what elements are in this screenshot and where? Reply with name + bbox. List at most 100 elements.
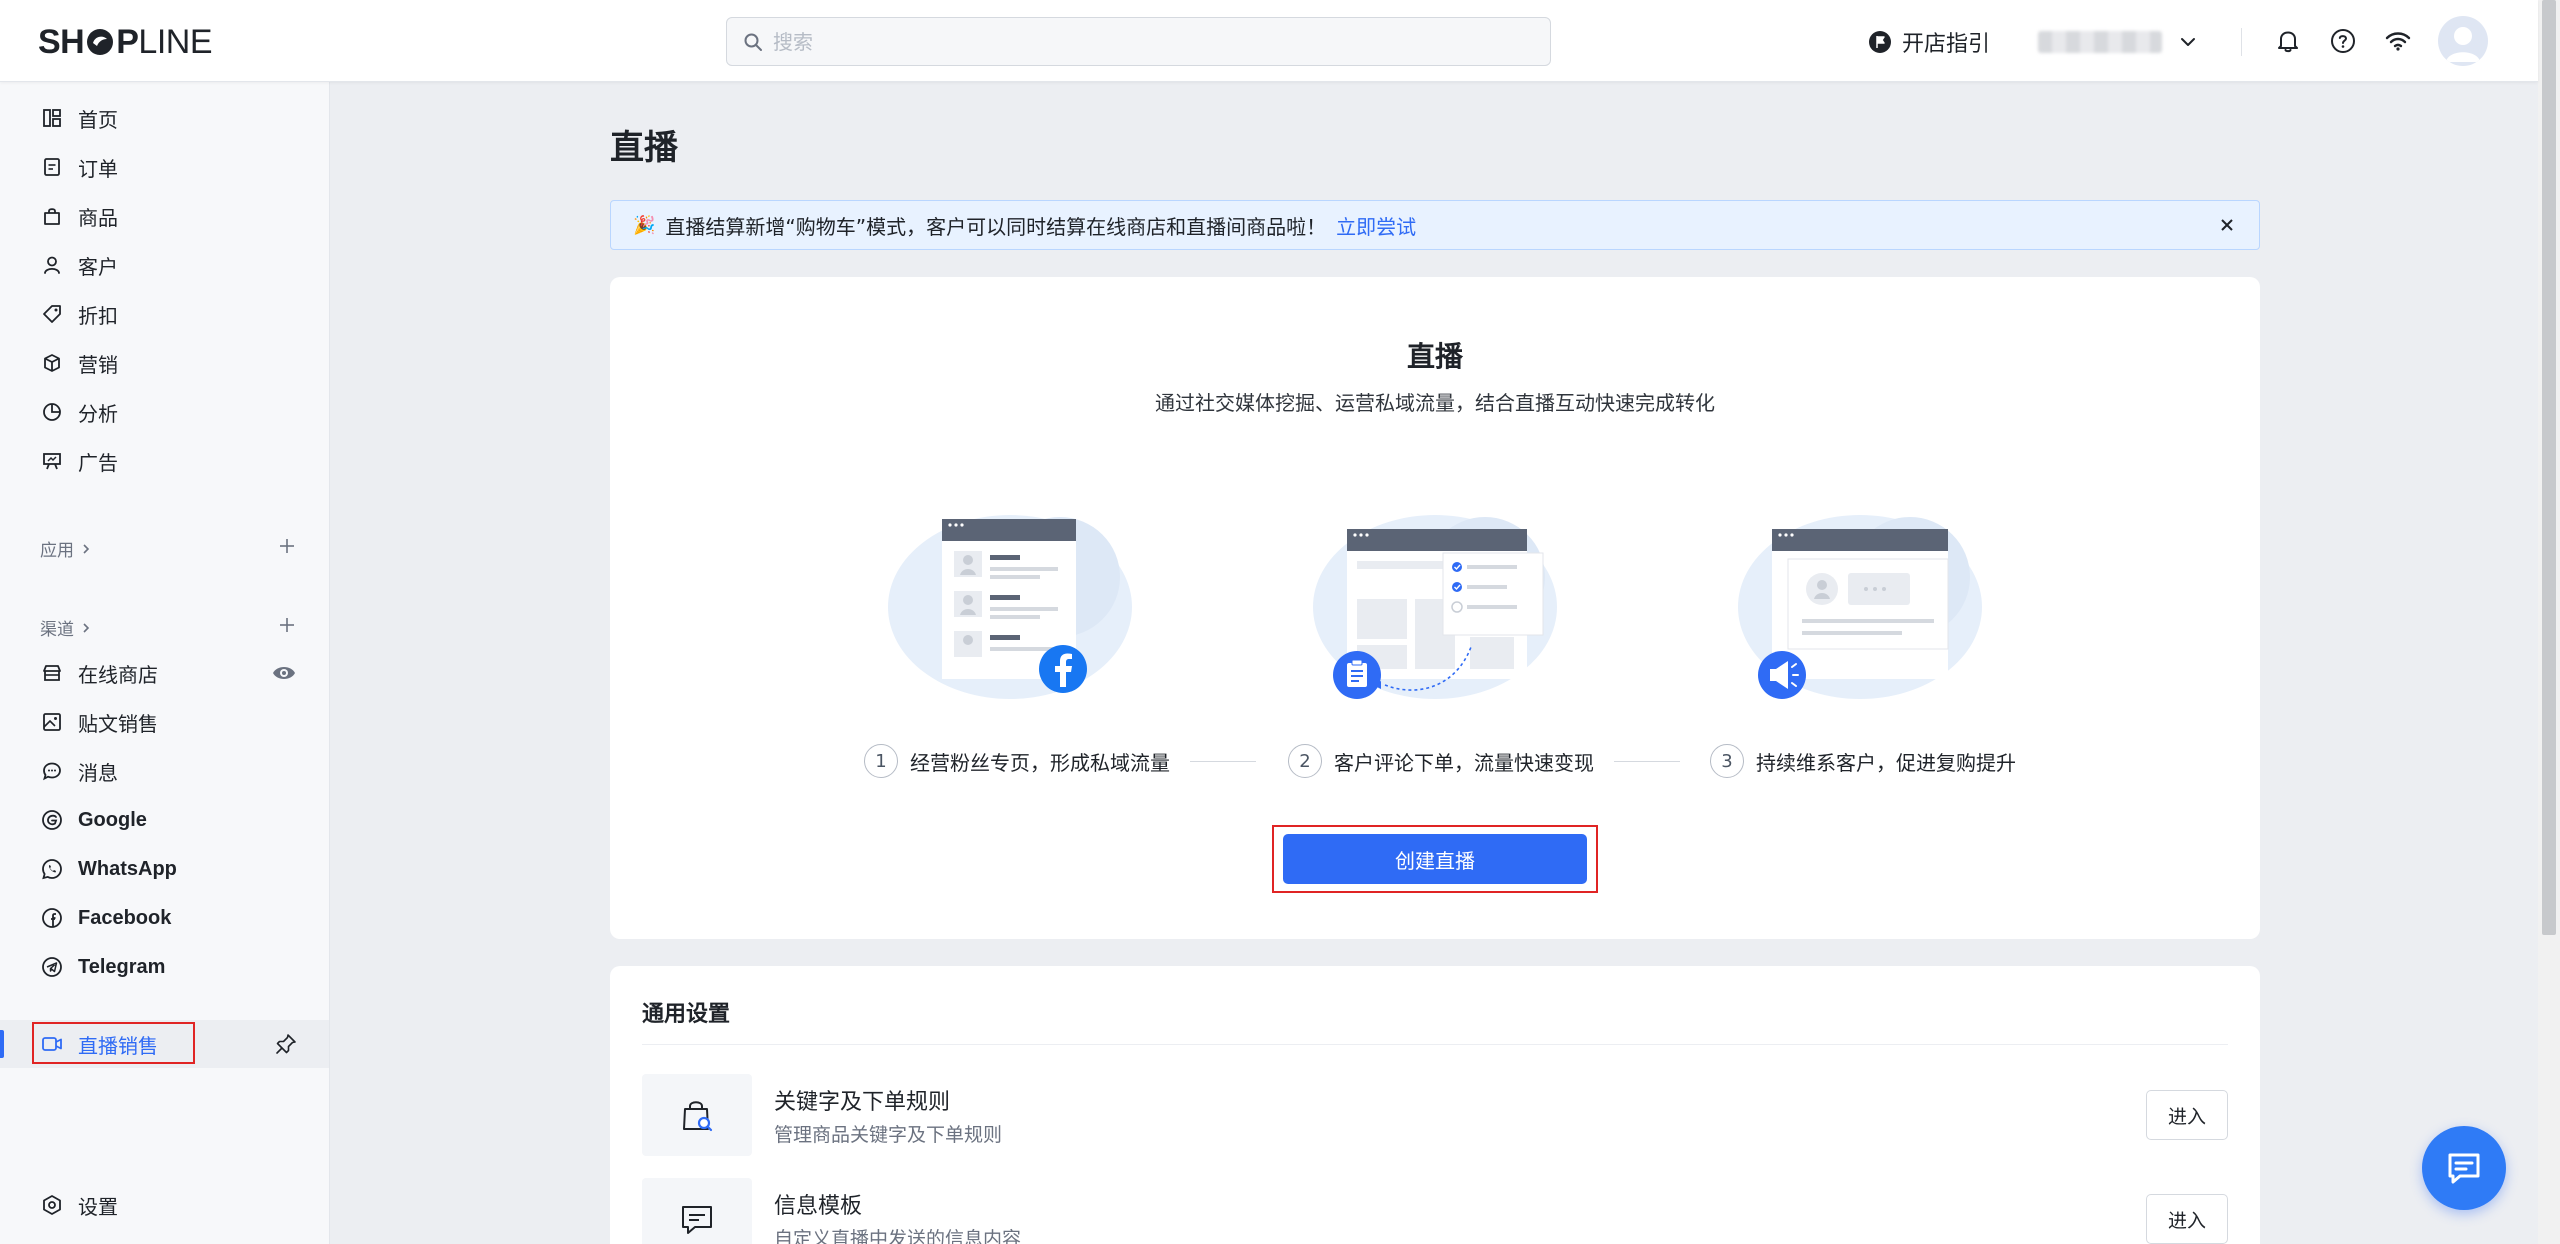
chevron-right-icon: [83, 543, 90, 554]
sidebar-item-telegram[interactable]: Telegram: [0, 943, 329, 991]
sidebar-item-ads[interactable]: 广告: [0, 437, 329, 485]
chat-support-button[interactable]: [2422, 1126, 2506, 1210]
sidebar-item-online-store[interactable]: 在线商店: [0, 649, 329, 697]
avatar-placeholder-icon: [2446, 27, 2480, 62]
close-notice-button[interactable]: [2215, 213, 2239, 237]
notice-text: 直播结算新增“购物车”模式，客户可以同时结算在线商店和直播间商品啦！: [665, 214, 1327, 239]
notification-button[interactable]: [2272, 25, 2304, 57]
sidebar-item-settings[interactable]: 设置: [0, 1181, 329, 1229]
channels-section-toggle[interactable]: 渠道: [40, 615, 92, 640]
sidebar-item-label: 贴文销售: [78, 711, 158, 736]
chevron-down-icon: [2181, 38, 2195, 46]
eye-icon[interactable]: [272, 663, 296, 683]
help-circle-icon: [2331, 29, 2355, 53]
whatsapp-icon: [40, 857, 64, 881]
sidebar-item-analytics[interactable]: 分析: [0, 388, 329, 436]
sidebar-item-customers[interactable]: 客户: [0, 241, 329, 289]
sidebar-item-label: 分析: [78, 401, 118, 426]
sidebar-item-google[interactable]: Google: [0, 796, 329, 844]
store-guide-button[interactable]: 开店指引: [1868, 24, 1990, 60]
store-guide-label: 开店指引: [1902, 32, 1991, 57]
step-1: 1 经营粉丝专页，形成私域流量: [864, 743, 1170, 779]
sidebar-item-label: 消息: [78, 760, 118, 785]
step-2: 2 客户评论下单，流量快速变现: [1288, 743, 1594, 779]
store-name-blurred: [2038, 31, 2162, 53]
step-text: 客户评论下单，流量快速变现: [1334, 750, 1594, 775]
step-number: 1: [864, 744, 898, 778]
general-settings-card: 通用设置 关键字及下单规则 管理商品关键字及下单规则 进入 信息模板 自定义直播…: [610, 966, 2260, 1244]
sidebar-item-facebook[interactable]: Facebook: [0, 894, 329, 942]
add-app-plus-icon[interactable]: [276, 535, 298, 557]
search-icon: [744, 33, 762, 51]
sidebar-item-home[interactable]: 首页: [0, 94, 329, 142]
telegram-icon: [40, 955, 64, 979]
sidebar-item-label: 折扣: [78, 303, 118, 328]
message-template-row: 信息模板 自定义直播中发送的信息内容 进入: [642, 1178, 2228, 1244]
live-intro-card: 直播 通过社交媒体挖掘、运营私域流量，结合直播互动快速完成转化 1 经营粉丝专页…: [610, 277, 2260, 939]
search-input[interactable]: [773, 29, 1550, 54]
logo-text-sh: SH: [38, 22, 85, 61]
apps-section-toggle[interactable]: 应用: [40, 536, 92, 561]
sidebar-item-live-sales[interactable]: 直播销售: [0, 1020, 329, 1068]
sidebar-item-post-sales[interactable]: 贴文销售: [0, 698, 329, 746]
enter-message-template-button[interactable]: 进入: [2146, 1194, 2228, 1244]
setting-description: 自定义直播中发送的信息内容: [774, 1228, 1022, 1244]
facebook-icon: [40, 906, 64, 930]
sidebar-item-label: 首页: [78, 107, 118, 132]
shopline-logo[interactable]: SH P LINE: [38, 22, 213, 62]
sidebar-item-orders[interactable]: 订单: [0, 143, 329, 191]
step-number: 3: [1710, 744, 1744, 778]
sidebar-item-label: 广告: [78, 450, 118, 475]
pin-icon[interactable]: [274, 1032, 298, 1056]
add-channel-plus-icon[interactable]: [276, 614, 298, 636]
page-scrollbar[interactable]: [2538, 0, 2560, 1244]
step-3: 3 持续维系客户，促进复购提升: [1710, 743, 2016, 779]
sidebar-item-label: 营销: [78, 352, 118, 377]
step-connector: [1614, 761, 1680, 762]
dashboard-icon: [40, 106, 64, 130]
sidebar-item-discounts[interactable]: 折扣: [0, 290, 329, 338]
chevron-right-icon: [83, 622, 90, 633]
page-title: 直播: [610, 128, 678, 168]
order-icon: [40, 155, 64, 179]
channels-section-label: 渠道: [40, 620, 74, 640]
settings-divider: [642, 1044, 2228, 1045]
create-live-button[interactable]: 创建直播: [1283, 834, 1587, 884]
fan-page-illustration: [888, 515, 1132, 699]
top-bar: SH P LINE 开店指引: [0, 0, 2538, 82]
scrollbar-thumb[interactable]: [2542, 0, 2556, 935]
store-icon: [40, 661, 64, 685]
store-selector[interactable]: [2038, 24, 2198, 60]
sidebar-item-label: 订单: [78, 156, 118, 181]
sidebar-item-label: 商品: [78, 205, 118, 230]
bag-icon: [40, 204, 64, 228]
sidebar-item-messages[interactable]: 消息: [0, 747, 329, 795]
sidebar-item-label: Facebook: [78, 906, 172, 929]
facebook-logo-icon: [1039, 645, 1087, 693]
network-status-button[interactable]: [2382, 25, 2414, 57]
hero-title: 直播: [1406, 340, 1463, 373]
settings-title: 通用设置: [642, 1002, 731, 1027]
settings-hexagon-icon: [40, 1193, 64, 1217]
step-number: 2: [1288, 744, 1322, 778]
enter-keyword-rules-button[interactable]: 进入: [2146, 1090, 2228, 1140]
hero-subtitle: 通过社交媒体挖掘、运营私域流量，结合直播互动快速完成转化: [1155, 391, 1715, 415]
megaphone-icon: [1758, 651, 1806, 699]
comment-order-illustration: [1313, 515, 1557, 699]
bell-icon: [2278, 31, 2298, 53]
search-box[interactable]: [726, 17, 1551, 66]
sidebar-item-label: Google: [78, 808, 147, 831]
sidebar-item-products[interactable]: 商品: [0, 192, 329, 240]
sidebar-item-whatsapp[interactable]: WhatsApp: [0, 845, 329, 893]
flag-icon: [1869, 31, 1891, 53]
try-now-link[interactable]: 立即尝试: [1336, 211, 1416, 240]
notice-banner: 🎉 直播结算新增“购物车”模式，客户可以同时结算在线商店和直播间商品啦！ 立即尝…: [610, 200, 2260, 250]
cube-icon: [40, 351, 64, 375]
user-avatar[interactable]: [2438, 16, 2488, 66]
help-button[interactable]: [2327, 25, 2359, 57]
sidebar-item-marketing[interactable]: 营销: [0, 339, 329, 387]
message-icon: [40, 759, 64, 783]
sidebar-item-label: WhatsApp: [78, 857, 177, 880]
keyword-rules-row: 关键字及下单规则 管理商品关键字及下单规则 进入: [642, 1074, 2228, 1156]
sidebar-item-label: 客户: [78, 254, 118, 279]
